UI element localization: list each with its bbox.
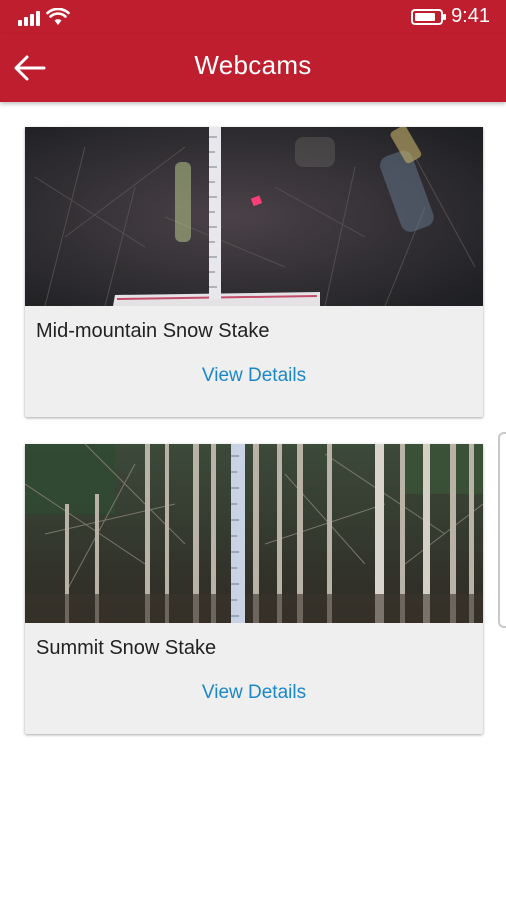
- page-title: Webcams: [194, 50, 312, 80]
- webcam-title: Summit Snow Stake: [36, 637, 217, 659]
- webcam-card[interactable]: Summit Snow Stake View Details: [25, 444, 483, 734]
- status-left: [18, 8, 70, 26]
- app-bar: Webcams: [0, 34, 506, 102]
- webcam-card[interactable]: Mid-mountain Snow Stake View Details: [25, 127, 483, 417]
- webcam-title: Mid-mountain Snow Stake: [36, 320, 270, 342]
- status-right: 9:41: [411, 5, 490, 28]
- webcam-image[interactable]: [25, 127, 483, 306]
- scroll-edge-indicator: [498, 432, 506, 628]
- view-details-link[interactable]: View Details: [25, 682, 483, 704]
- webcam-image[interactable]: [25, 444, 483, 623]
- battery-icon: [411, 8, 447, 25]
- signal-icon: [18, 10, 40, 26]
- status-time: 9:41: [451, 5, 490, 27]
- battery-level: [415, 12, 436, 21]
- wifi-icon: [46, 8, 70, 25]
- view-details-link[interactable]: View Details: [25, 365, 483, 387]
- status-bar: 9:41: [0, 0, 506, 34]
